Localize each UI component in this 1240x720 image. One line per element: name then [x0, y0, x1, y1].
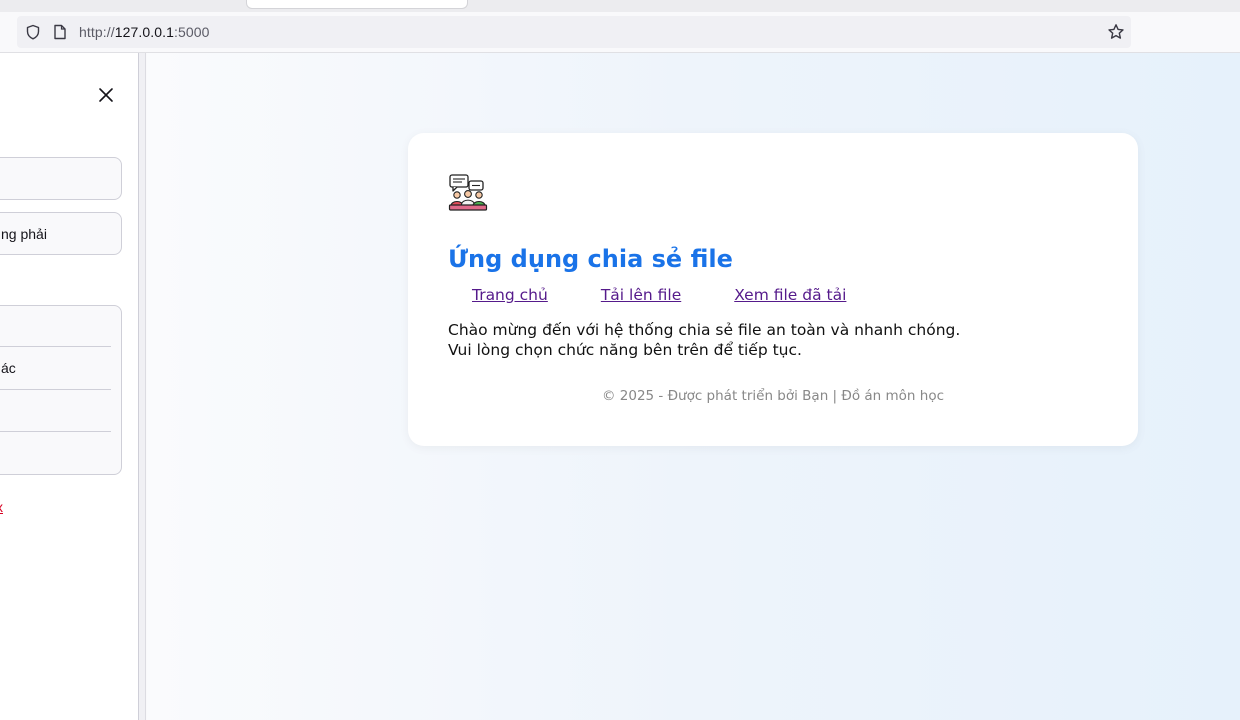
footer-text: © 2025 - Được phát triển bởi Bạn | Đồ án…	[601, 388, 945, 404]
intro-line-2: Vui lòng chọn chức năng bên trên để tiếp…	[448, 340, 802, 359]
sidebar-option-2-label: ng phải	[1, 226, 47, 242]
intro-line-1: Chào mừng đến với hệ thống chia sẻ file …	[448, 321, 961, 339]
active-tab[interactable]	[246, 0, 468, 9]
nav-home-link[interactable]: Trang chủ	[472, 286, 548, 304]
browser-toolbar: http://127.0.0.1:5000	[0, 12, 1240, 53]
url-bar[interactable]: http://127.0.0.1:5000	[17, 16, 1131, 48]
main-nav: Trang chủ Tải lên file Xem file đã tải	[472, 286, 846, 304]
url-host: 127.0.0.1	[114, 24, 175, 40]
sidebar-panel: ng phải ác x	[0, 53, 139, 720]
sidebar-option-2[interactable]: ng phải	[0, 212, 122, 255]
sidebar-link[interactable]: x	[0, 499, 3, 515]
page-icon	[54, 24, 66, 40]
sidebar-list-item[interactable]	[0, 306, 111, 347]
url-port: :5000	[174, 24, 210, 40]
sidebar-splitter[interactable]	[139, 53, 146, 720]
sidebar-list-item-label: ác	[1, 360, 16, 376]
nav-view-files-link[interactable]: Xem file đã tải	[734, 286, 846, 304]
page-viewport: Ứng dụng chia sẻ file Trang chủ Tải lên …	[147, 53, 1240, 720]
sidebar-list-item[interactable]	[0, 390, 111, 432]
close-icon[interactable]	[96, 85, 116, 105]
shield-icon[interactable]	[25, 24, 41, 40]
page-title: Ứng dụng chia sẻ file	[448, 245, 733, 273]
url-text[interactable]: http://127.0.0.1:5000	[79, 24, 210, 40]
sidebar-list-item[interactable]: ác	[0, 347, 111, 390]
star-icon[interactable]	[1107, 23, 1125, 41]
sidebar-option-1[interactable]	[0, 157, 122, 200]
main-card: Ứng dụng chia sẻ file Trang chủ Tải lên …	[408, 133, 1138, 446]
people-chat-logo	[448, 174, 488, 211]
intro-text: Chào mừng đến với hệ thống chia sẻ file …	[448, 321, 960, 360]
sidebar-list: ác	[0, 305, 122, 475]
tab-strip	[0, 0, 1240, 12]
url-scheme: http://	[79, 24, 115, 40]
nav-upload-link[interactable]: Tải lên file	[601, 286, 681, 304]
